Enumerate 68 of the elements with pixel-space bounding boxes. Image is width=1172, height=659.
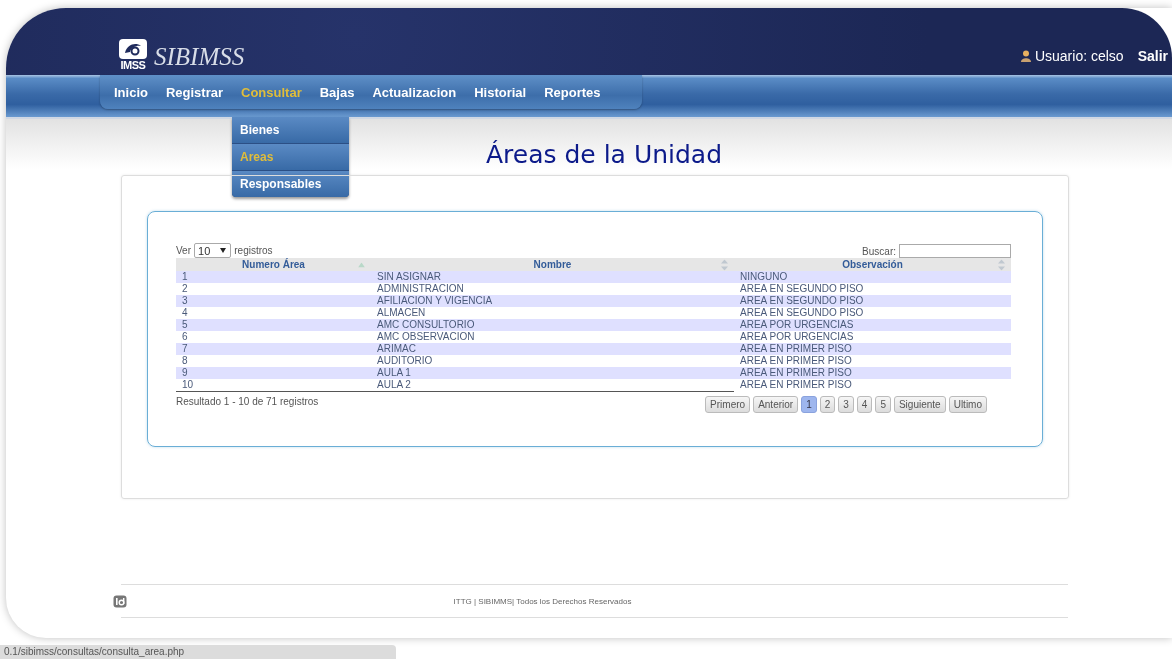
footer-text: ITTG | SIBIMMS| Todos los Derechos Reservados <box>452 596 633 606</box>
table-cell: AREA EN PRIMER PISO <box>734 343 1011 355</box>
nav-item[interactable]: Inicio <box>106 84 156 100</box>
results-info: Resultado 1 - 10 de 71 registros <box>176 396 319 409</box>
length-label: Ver <box>176 245 191 256</box>
table-cell: AMC CONSULTORIO <box>371 319 734 331</box>
table-cell: 9 <box>176 367 371 379</box>
caret-icon <box>220 248 227 253</box>
table-cell: SIN ASIGNAR <box>371 271 734 283</box>
page-title: Áreas de la Unidad <box>485 140 723 169</box>
column-header[interactable]: Nombre <box>533 258 572 271</box>
page-button[interactable]: 1 <box>801 396 817 413</box>
logo-icon <box>118 38 148 60</box>
logo-icon <box>113 594 127 608</box>
table-cell-text: 6 <box>181 331 189 343</box>
table-cell: 7 <box>176 343 371 355</box>
table-cell-text: AREA EN PRIMER PISO <box>739 355 853 367</box>
page-button[interactable]: 2 <box>819 396 836 413</box>
menu-item[interactable]: Bienes <box>232 117 349 143</box>
page-button[interactable]: Anterior <box>753 396 799 413</box>
page-button[interactable]: Ultimo <box>948 396 987 413</box>
column-header[interactable]: Numero Área <box>242 258 305 271</box>
nav-item[interactable]: Actualizacion <box>364 84 465 100</box>
table-cell: AREA EN PRIMER PISO <box>734 367 1011 379</box>
user-label: Usuario: celso <box>1034 48 1124 64</box>
table-cell-text: AREA EN SEGUNDO PISO <box>739 283 865 295</box>
nav-item[interactable]: Historial <box>466 84 535 100</box>
table-cell: ARIMAC <box>371 343 734 355</box>
table-cell-text: ADMINISTRACION <box>376 283 465 295</box>
table-cell: 5 <box>176 319 371 331</box>
table-cell-text: AREA EN PRIMER PISO <box>739 379 853 392</box>
nav-item[interactable]: Consultar <box>233 84 310 100</box>
table-cell-text: 4 <box>181 307 189 319</box>
table-cell: 3 <box>176 295 371 307</box>
page-button[interactable]: 4 <box>856 396 873 413</box>
column-header[interactable]: Observación <box>842 258 903 271</box>
length-label: registros <box>234 245 273 256</box>
table-cell: AULA 1 <box>371 367 734 379</box>
table-cell: NINGUNO <box>734 271 1011 283</box>
menu-item[interactable]: Responsables <box>232 171 349 197</box>
search-label: Buscar: <box>862 245 896 257</box>
app-name: SIBIMSS <box>154 43 245 71</box>
logout-link[interactable]: Salir <box>1137 48 1168 64</box>
table-cell-text: AREA POR URGENCIAS <box>739 331 855 343</box>
table-cell-text: AMC OBSERVACION <box>376 331 476 343</box>
table-cell-text: AREA EN SEGUNDO PISO <box>739 307 865 319</box>
status-bar: 0.1/sibimss/consultas/consulta_area.php <box>0 645 396 659</box>
table-cell: AULA 2 <box>371 379 734 392</box>
page-size-select[interactable]: 10 <box>194 243 232 258</box>
page-button[interactable]: 3 <box>838 396 854 413</box>
table-cell: 10 <box>176 379 371 392</box>
table-cell-text: 8 <box>181 355 189 367</box>
table-cell-text: ALMACEN <box>376 307 427 319</box>
nav-item[interactable]: Reportes <box>536 84 609 100</box>
user-icon <box>1020 50 1031 62</box>
table-cell-text: AUDITORIO <box>376 355 434 367</box>
page-button[interactable]: Siguiente <box>893 396 946 413</box>
search-field[interactable] <box>899 244 1011 258</box>
table-cell: AREA POR URGENCIAS <box>734 319 1011 331</box>
table-cell-text: 2 <box>181 283 189 295</box>
page-button[interactable]: 5 <box>875 396 891 413</box>
page-button[interactable]: Primero <box>705 396 751 413</box>
table-cell: AREA EN SEGUNDO PISO <box>734 295 1011 307</box>
nav-item[interactable]: Registrar <box>157 84 232 100</box>
table-cell: 1 <box>176 271 371 283</box>
logo-caption: IMSS <box>120 60 146 71</box>
nav-item[interactable]: Bajas <box>311 84 363 100</box>
table-cell: AFILIACION Y VIGENCIA <box>371 295 734 307</box>
